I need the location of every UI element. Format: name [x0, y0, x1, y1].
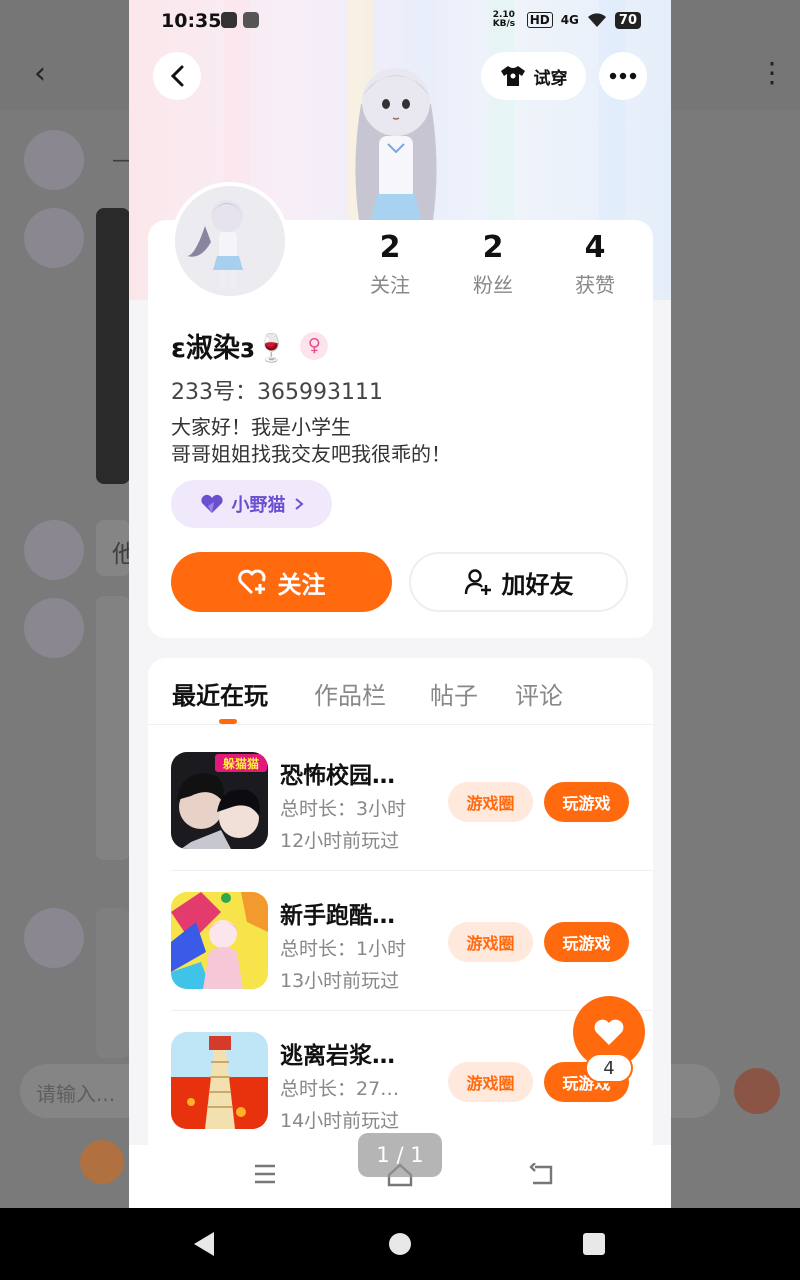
game-name: 新手跑酷… [280, 903, 395, 929]
game-item[interactable]: 逃离岩浆… 总时长：27… 14小时前玩过 游戏圈 玩游戏 [171, 1032, 631, 1142]
add-user-icon [464, 569, 491, 595]
wifi-icon [587, 13, 606, 27]
horror-school-thumb: 躲猫猫 [171, 752, 268, 849]
add-friend-label: 加好友 [501, 570, 574, 599]
tab-works[interactable]: 作品栏 [314, 676, 386, 711]
back-button[interactable] [153, 52, 201, 100]
more-dots-icon [609, 72, 637, 80]
game-thumbnail [171, 892, 268, 989]
game-name: 逃离岩浆… [280, 1043, 395, 1069]
lava-escape-thumb [171, 1032, 268, 1129]
heart-tag-icon [200, 494, 223, 513]
hd-icon: HD [526, 12, 553, 28]
game-circle-button[interactable]: 游戏圈 [448, 782, 533, 822]
tab-comments[interactable]: 评论 [515, 676, 563, 711]
avatar-figure-image [175, 186, 285, 296]
game-duration: 总时长：3小时 [280, 798, 407, 820]
net-speed: 2.10 KB/s [492, 10, 516, 29]
background-avatar [24, 130, 84, 190]
status-bar: 10:35 2.10 KB/s HD 4G 70 [129, 0, 671, 42]
chevron-left-icon [170, 65, 184, 87]
return-icon[interactable] [529, 1163, 555, 1187]
profile-uid[interactable]: 233号：365993111 [171, 374, 383, 406]
stat-fans-value: 2 [482, 230, 504, 265]
background-more-icon: ⋮ [758, 56, 786, 89]
game-duration: 总时长：1小时 [280, 938, 407, 960]
game-last-played: 12小时前玩过 [280, 830, 400, 852]
game-item[interactable]: 新手跑酷… 总时长：1小时 13小时前玩过 游戏圈 玩游戏 [171, 892, 631, 1002]
stat-likes[interactable]: 4 获赞 [555, 230, 635, 298]
play-game-button[interactable]: 玩游戏 [544, 782, 629, 822]
game-thumbnail [171, 1032, 268, 1129]
try-on-label: 试穿 [533, 68, 568, 89]
follow-button[interactable]: 关注 [171, 552, 392, 612]
background-avatar [24, 598, 84, 658]
background-card [96, 596, 130, 860]
game-last-played: 14小时前玩过 [280, 1110, 400, 1132]
bio-line: 哥哥姐姐找我交友吧我很乖的！ [171, 442, 451, 466]
like-count-badge: 4 [585, 1053, 633, 1083]
tshirt-icon [500, 66, 525, 86]
play-game-button[interactable]: 玩游戏 [544, 922, 629, 962]
stat-following-label: 关注 [370, 273, 410, 297]
profile-nickname: ɛ淑染ɜ🍷 [171, 333, 289, 364]
game-circle-button[interactable]: 游戏圈 [448, 1062, 533, 1102]
profile-avatar[interactable] [171, 182, 289, 300]
tab-posts[interactable]: 帖子 [430, 676, 478, 711]
row-divider [171, 870, 653, 871]
avatar-3d-figure [355, 68, 437, 220]
thumb-badge-text: 躲猫猫 [223, 756, 259, 771]
parkour-thumb [171, 892, 268, 989]
media-icon [221, 12, 237, 28]
page-indicator: 1 / 1 [358, 1133, 442, 1177]
app-icon [243, 12, 259, 28]
system-back-icon[interactable] [194, 1232, 214, 1256]
background-avatar [24, 208, 84, 268]
chevron-right-icon [294, 498, 304, 510]
add-friend-button[interactable]: 加好友 [409, 552, 628, 612]
menu-icon[interactable] [253, 1163, 277, 1185]
background-card [96, 208, 130, 484]
stat-fans-label: 粉丝 [473, 273, 513, 297]
game-thumbnail: 躲猫猫 [171, 752, 268, 849]
game-last-played: 13小时前玩过 [280, 970, 400, 992]
profile-panel: 10:35 2.10 KB/s HD 4G 70 试穿 2 关注 2 粉丝 4 … [129, 0, 671, 1208]
game-item[interactable]: 躲猫猫 恐怖校园… 总时长：3小时 12小时前玩过 游戏圈 玩游戏 [171, 752, 631, 862]
heart-plus-icon [237, 569, 266, 595]
more-button[interactable] [599, 52, 647, 100]
stat-likes-value: 4 [584, 230, 606, 265]
status-right: 2.10 KB/s HD 4G 70 [493, 11, 641, 29]
female-gender-icon: ♀ [300, 331, 329, 360]
bio-line: 大家好！我是小学生 [171, 415, 351, 439]
background-mascot-icon [80, 1140, 124, 1184]
follow-label: 关注 [277, 570, 326, 599]
game-circle-button[interactable]: 游戏圈 [448, 922, 533, 962]
background-avatar [24, 908, 84, 968]
status-time: 10:35 [161, 10, 222, 32]
try-on-button[interactable]: 试穿 [481, 52, 586, 100]
system-home-icon[interactable] [389, 1233, 411, 1255]
tag-label: 小野猫 [231, 495, 286, 516]
tab-recently-played[interactable]: 最近在玩 [172, 676, 268, 711]
system-recents-icon[interactable] [583, 1233, 605, 1255]
stat-following-value: 2 [379, 230, 401, 265]
signal-icon: 4G [560, 13, 579, 27]
profile-name-row: ɛ淑染ɜ🍷 ♀ [171, 326, 329, 365]
background-send-icon [734, 1068, 780, 1114]
profile-tag[interactable]: 小野猫 [171, 480, 332, 528]
heart-icon [594, 1019, 624, 1045]
background-back-icon: ‹ [34, 56, 46, 91]
tab-divider [148, 724, 653, 725]
game-name: 恐怖校园… [280, 763, 395, 789]
stat-fans[interactable]: 2 粉丝 [453, 230, 533, 298]
background-avatar [24, 520, 84, 580]
stat-likes-label: 获赞 [575, 273, 615, 297]
game-duration: 总时长：27… [280, 1078, 400, 1100]
profile-bio: 大家好！我是小学生 哥哥姐姐找我交友吧我很乖的！ [171, 414, 451, 468]
background-card [96, 908, 130, 1058]
battery-icon: 70 [614, 11, 641, 29]
stat-following[interactable]: 2 关注 [350, 230, 430, 298]
